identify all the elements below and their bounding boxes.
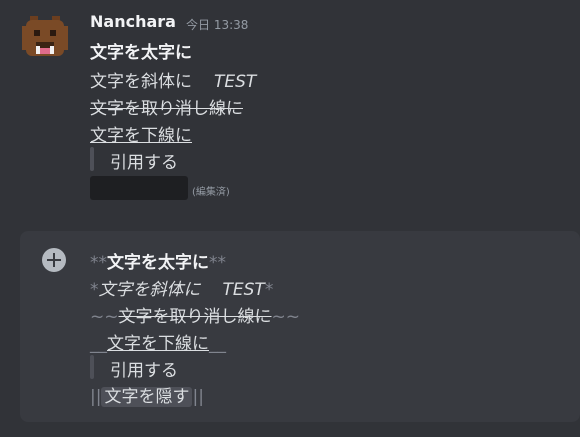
md-marker: __ [209, 334, 226, 354]
composer-spoiler-text: 文字を隠す [101, 387, 193, 407]
composer-italic-line[interactable]: *文字を斜体に TEST* [90, 275, 273, 300]
strike-text: 文字を取り消し線に [90, 99, 243, 119]
italic-line: 文字を斜体に TEST [90, 67, 256, 92]
plus-circle-icon[interactable] [42, 248, 66, 272]
md-marker: ~~ [271, 307, 301, 327]
composer-italic-word: TEST [222, 280, 265, 300]
avatar[interactable] [22, 16, 68, 60]
composer-quote-bar [90, 355, 94, 379]
composer-strike-line[interactable]: ~~文字を取り消し線に~~ [90, 302, 300, 327]
timestamp: 今日 13:38 [186, 18, 249, 32]
md-marker: __ [90, 334, 107, 354]
composer-quote-text[interactable]: 引用する [110, 356, 178, 381]
composer-bold-text: 文字を太字に [107, 253, 209, 273]
edited-label: (編集済) [192, 187, 230, 198]
italic-word: TEST [214, 72, 257, 92]
md-marker: ** [209, 253, 226, 273]
md-marker: * [264, 280, 274, 300]
quote-bar [90, 147, 94, 171]
composer-underline-text: 文字を下線に [107, 334, 209, 354]
md-marker: * [90, 280, 99, 300]
composer-italic-prefix: 文字を斜体に [98, 280, 201, 300]
underline-text: 文字を下線に [90, 126, 192, 146]
bold-text: 文字を太字に [90, 43, 192, 63]
md-marker: || [192, 387, 204, 407]
md-marker: ** [90, 253, 107, 273]
quote-text: 引用する [110, 153, 178, 173]
italic-prefix: 文字を斜体に [90, 72, 192, 92]
username[interactable]: Nanchara [90, 12, 176, 31]
composer-underline-line[interactable]: __文字を下線に__ [90, 329, 226, 354]
spoiler-hidden[interactable] [90, 176, 188, 200]
composer-bold-line[interactable]: **文字を太字に** [90, 248, 226, 273]
composer-spoiler-line[interactable]: || 文字を隠す || [90, 382, 204, 407]
chat-message: Nanchara 今日 13:38 文字を太字に 文字を斜体に TEST 文字を取… [0, 0, 580, 220]
md-marker: || [90, 387, 102, 407]
composer-strike-text: 文字を取り消し線に [118, 307, 272, 327]
md-marker: ~~ [90, 307, 119, 327]
